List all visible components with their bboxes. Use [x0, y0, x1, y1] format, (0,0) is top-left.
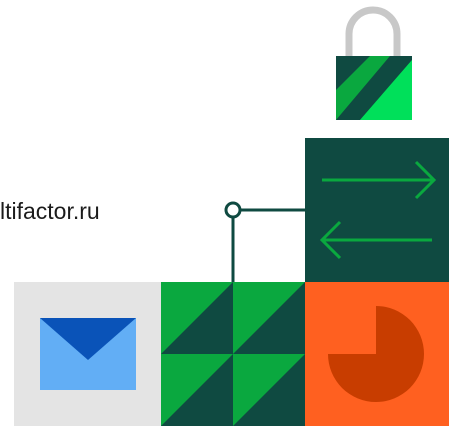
lock-shackle	[345, 6, 401, 56]
illustration-art	[14, 6, 449, 426]
padlock-icon	[336, 6, 412, 120]
envelope-icon	[40, 318, 136, 390]
pie-tile	[305, 282, 449, 426]
connector-node	[224, 201, 242, 219]
mail-tile	[14, 282, 161, 426]
exchange-arrows-tile	[305, 138, 449, 282]
triangle-pattern-tile	[161, 282, 305, 426]
multifactor-illustration: ltifactor.ru	[0, 0, 449, 426]
arrows-tile-bg	[305, 138, 449, 282]
connector	[224, 201, 305, 282]
